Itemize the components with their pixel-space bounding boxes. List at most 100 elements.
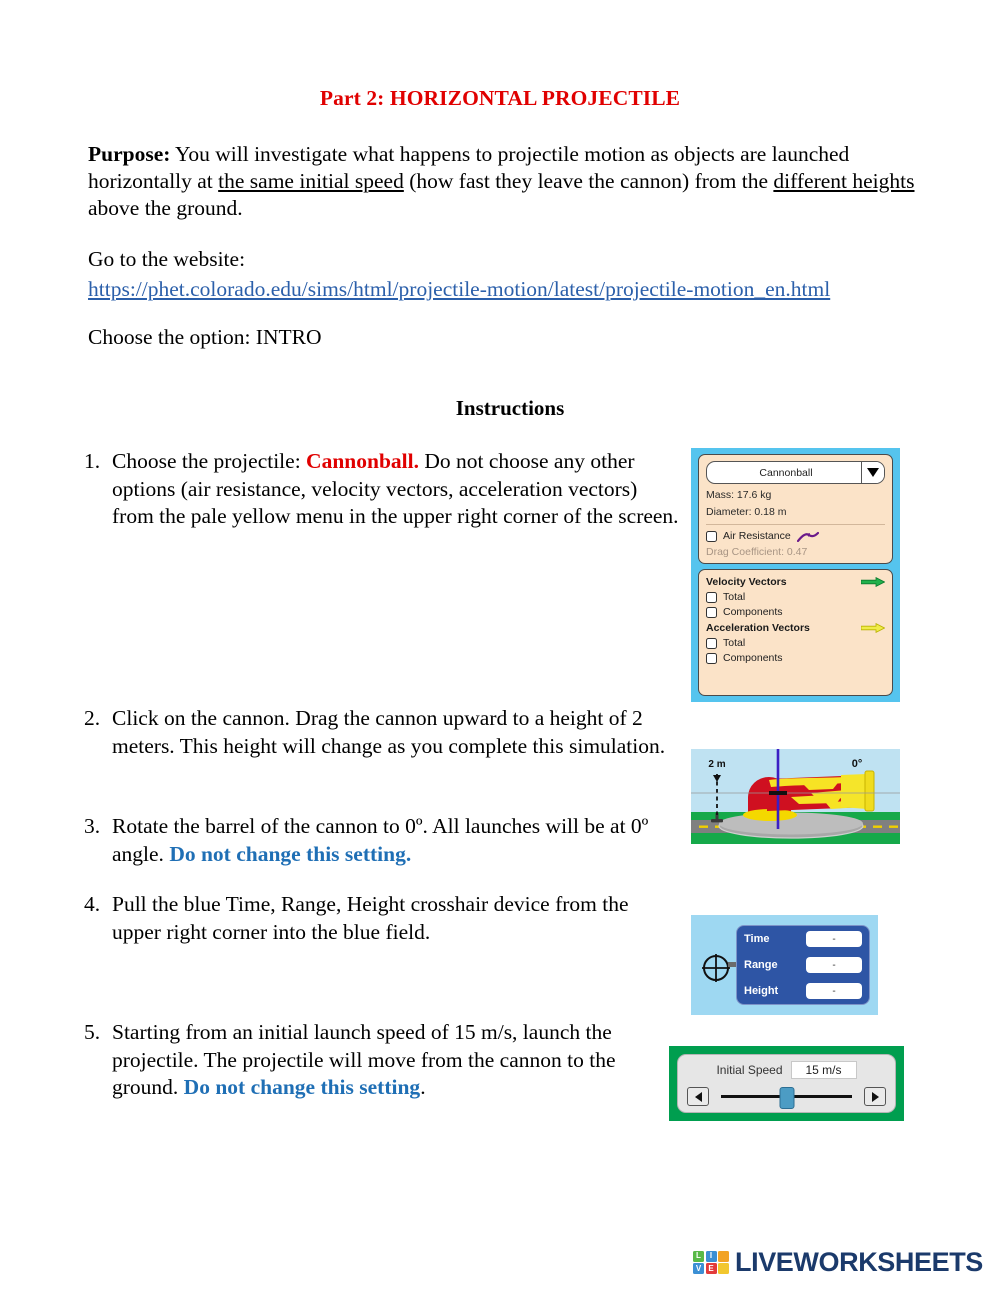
- velocity-vectors-title: Velocity Vectors: [706, 576, 787, 588]
- cannon-figure: 2 m 0°: [691, 749, 900, 844]
- drag-coefficient-readout: Drag Coefficient: 0.47: [706, 546, 808, 558]
- item-2-text-1: Click on the cannon. Drag the cannon upw…: [112, 706, 666, 758]
- worksheet-page: Part 2: HORIZONTAL PROJECTILE Purpose: Y…: [0, 0, 1000, 1291]
- air-resistance-icon: [796, 531, 819, 542]
- velocity-vectors-section: Velocity Vectors: [706, 576, 885, 588]
- logo-brand-text: LIVEWORKSHEETS: [735, 1247, 983, 1277]
- velocity-total-row[interactable]: Total: [706, 591, 885, 603]
- item-1-number: 1.: [84, 449, 101, 473]
- acceleration-vectors-section: Acceleration Vectors: [706, 622, 885, 634]
- item-4-text-1: Pull the blue Time, Range, Height crossh…: [112, 892, 629, 944]
- velocity-total-label: Total: [723, 591, 746, 603]
- acceleration-components-label: Components: [723, 652, 783, 664]
- item-1-body: Choose the projectile: Cannonball. Do no…: [112, 448, 684, 531]
- logo-cell-4: E: [705, 1263, 717, 1275]
- instructions-heading: Instructions: [455, 396, 565, 420]
- right-triangle-icon: [871, 1091, 879, 1102]
- measurement-readout-panel: Time - Range - Height -: [736, 925, 870, 1005]
- goto-label: Go to the website:: [88, 247, 246, 271]
- height-value: -: [806, 983, 862, 999]
- instruction-item-1: 1. Choose the projectile: Cannonball. Do…: [84, 448, 684, 531]
- purpose-paragraph: Purpose: You will investigate what happe…: [88, 141, 916, 222]
- range-row: Range -: [744, 957, 862, 973]
- chevron-down-icon[interactable]: [861, 462, 884, 483]
- air-resistance-checkbox[interactable]: [706, 530, 717, 542]
- item-3-body: Rotate the barrel of the cannon to 0º. A…: [112, 813, 674, 868]
- logo-grid-icon: L I V E: [693, 1250, 729, 1275]
- instruction-item-2: 2. Click on the cannon. Drag the cannon …: [84, 705, 674, 760]
- air-resistance-label: Air Resistance: [723, 530, 791, 542]
- purpose-text-3: above the ground.: [88, 196, 243, 220]
- item-4-body: Pull the blue Time, Range, Height crossh…: [112, 891, 674, 946]
- initial-speed-slider[interactable]: [715, 1087, 858, 1109]
- measurement-tool-figure: Time - Range - Height -: [691, 915, 878, 1015]
- item-4-number: 4.: [84, 892, 101, 916]
- initial-speed-figure: Initial Speed 15 m/s: [669, 1046, 904, 1121]
- acceleration-total-label: Total: [723, 637, 746, 649]
- initial-speed-readout: Initial Speed 15 m/s: [687, 1061, 886, 1079]
- height-label: 2 m: [708, 759, 725, 770]
- initial-speed-panel: Initial Speed 15 m/s: [677, 1054, 896, 1113]
- mass-readout: Mass: 17.6 kg: [706, 489, 772, 501]
- logo-cell-1: I: [705, 1250, 717, 1262]
- item-3-highlight: Do not change this setting.: [169, 841, 412, 866]
- purpose-underline-2: different heights: [773, 169, 915, 193]
- velocity-arrow-icon: [861, 577, 885, 587]
- projectile-settings-box: Cannonball Mass: 17.6 kg Diameter: 0.18 …: [698, 454, 893, 564]
- purpose-text-2: (how fast they leave the cannon) from th…: [403, 169, 774, 193]
- item-5-highlight: Do not change this setting: [183, 1075, 421, 1099]
- velocity-components-label: Components: [723, 606, 783, 618]
- logo-cell-2: [718, 1250, 729, 1262]
- acceleration-arrow-icon: [861, 623, 885, 633]
- projectile-select[interactable]: Cannonball: [706, 461, 885, 484]
- item-5-number: 5.: [84, 1020, 101, 1044]
- diameter-readout: Diameter: 0.18 m: [706, 506, 787, 518]
- item-1-text-1: Choose the projectile:: [112, 449, 307, 473]
- acceleration-total-checkbox[interactable]: [706, 637, 717, 649]
- choose-option-text: Choose the option: INTRO: [88, 325, 322, 349]
- acceleration-components-row[interactable]: Components: [706, 652, 885, 664]
- initial-speed-value[interactable]: 15 m/s: [790, 1061, 857, 1079]
- acceleration-components-checkbox[interactable]: [706, 652, 717, 664]
- left-triangle-icon: [694, 1091, 702, 1102]
- acceleration-total-row[interactable]: Total: [706, 637, 885, 649]
- item-2-number: 2.: [84, 706, 101, 730]
- velocity-total-checkbox[interactable]: [706, 591, 717, 603]
- height-row: Height -: [744, 983, 862, 999]
- item-1-highlight: Cannonball.: [306, 449, 419, 473]
- purpose-label: Purpose:: [88, 142, 171, 166]
- vectors-box: Velocity Vectors Total Components Accele…: [698, 569, 893, 696]
- air-resistance-row[interactable]: Air Resistance: [706, 530, 885, 542]
- acceleration-vectors-title: Acceleration Vectors: [706, 622, 810, 634]
- item-2-body: Click on the cannon. Drag the cannon upw…: [112, 705, 674, 760]
- logo-cell-3: V: [693, 1263, 704, 1275]
- phet-control-panel-figure: Cannonball Mass: 17.6 kg Diameter: 0.18 …: [691, 448, 900, 702]
- website-block: Go to the website: https://phet.colorado…: [88, 245, 928, 304]
- instruction-item-3: 3. Rotate the barrel of the cannon to 0º…: [84, 813, 674, 868]
- crosshair-icon[interactable]: [701, 953, 731, 983]
- liveworksheets-logo: L I V E LIVEWORKSHEETS: [693, 1247, 983, 1278]
- item-3-number: 3.: [84, 814, 101, 838]
- decrement-button[interactable]: [687, 1087, 709, 1106]
- center-marker: [769, 791, 787, 795]
- velocity-components-checkbox[interactable]: [706, 606, 717, 618]
- height-label: Height: [744, 985, 779, 997]
- instruction-item-5: 5. Starting from an initial launch speed…: [84, 1019, 654, 1102]
- purpose-underline-1: the same initial speed: [218, 169, 404, 193]
- initial-speed-label: Initial Speed: [716, 1063, 783, 1077]
- logo-cell-0: L: [693, 1250, 704, 1262]
- panel-divider: [706, 524, 885, 525]
- instruction-item-4: 4. Pull the blue Time, Range, Height cro…: [84, 891, 674, 946]
- page-title: Part 2: HORIZONTAL PROJECTILE: [319, 86, 681, 110]
- projectile-select-value: Cannonball: [759, 466, 813, 479]
- time-row: Time -: [744, 931, 862, 947]
- slider-thumb[interactable]: [779, 1087, 794, 1109]
- phet-simulation-link[interactable]: https://phet.colorado.edu/sims/html/proj…: [88, 275, 830, 304]
- item-5-body: Starting from an initial launch speed of…: [112, 1019, 654, 1102]
- initial-speed-slider-row: [687, 1087, 886, 1109]
- item-5-text-2: .: [420, 1075, 426, 1099]
- logo-cell-5: [718, 1263, 729, 1275]
- increment-button[interactable]: [864, 1087, 886, 1106]
- angle-label: 0°: [852, 758, 863, 770]
- velocity-components-row[interactable]: Components: [706, 606, 885, 618]
